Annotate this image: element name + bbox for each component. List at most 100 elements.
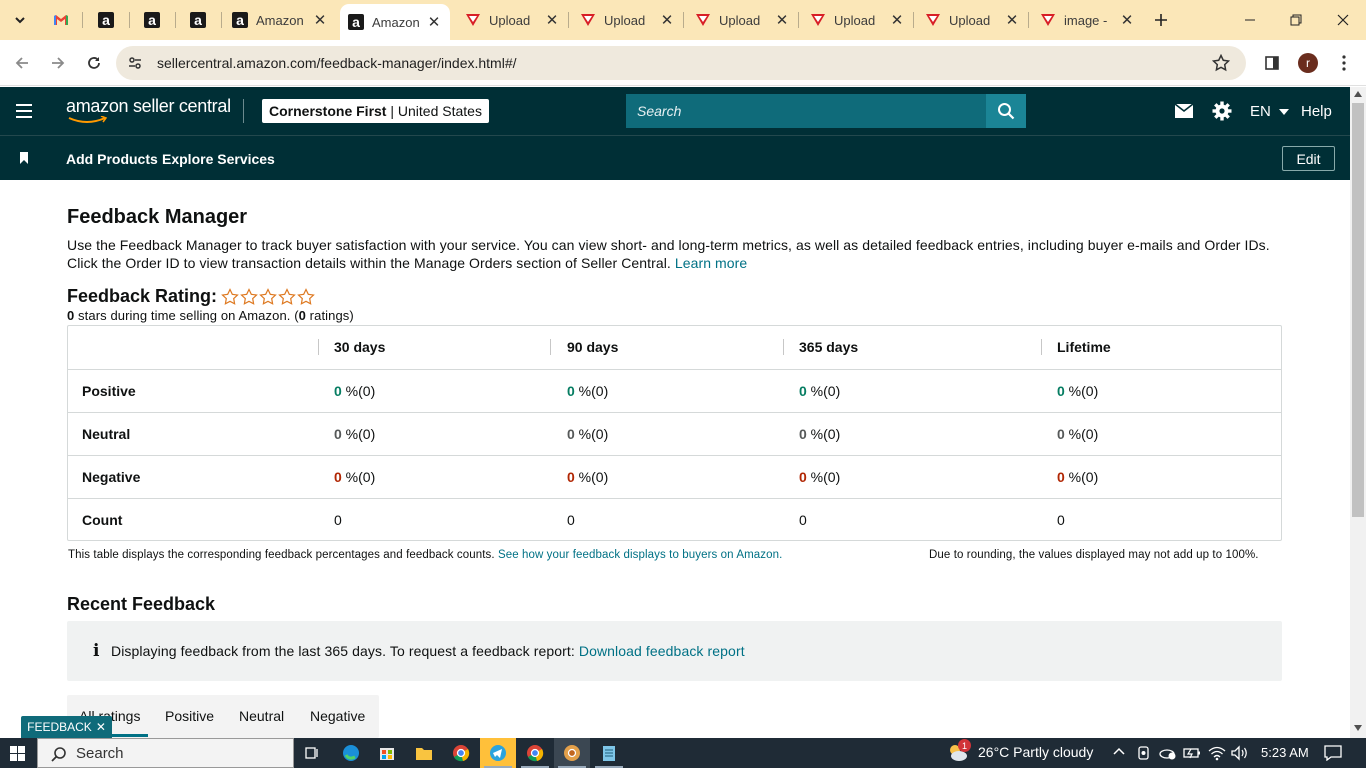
- back-button[interactable]: [8, 49, 36, 77]
- bookmark-nav-button[interactable]: [19, 152, 29, 164]
- show-hidden-icons-button[interactable]: [1113, 747, 1125, 755]
- minimize-button[interactable]: [1227, 0, 1273, 40]
- forward-button[interactable]: [44, 49, 72, 77]
- windows-taskbar: Search 1 26°C Partly cloudy 5:23 AM: [0, 738, 1366, 768]
- weather-widget[interactable]: 1: [946, 739, 971, 765]
- tab-close-icon[interactable]: ✕: [426, 14, 442, 31]
- info-text: Displaying feedback from the last 365 da…: [111, 643, 575, 659]
- scroll-up-icon[interactable]: [1354, 91, 1362, 97]
- account-name: Cornerstone First: [269, 103, 387, 119]
- taskbar-store[interactable]: [369, 738, 405, 768]
- clock-time[interactable]: 5:23 AM: [1261, 745, 1309, 760]
- taskbar-search-input[interactable]: Search: [37, 738, 294, 768]
- account-switcher[interactable]: Cornerstone First | United States: [262, 99, 489, 123]
- browser-tab[interactable]: a: [136, 0, 172, 40]
- page-scrollbar[interactable]: [1350, 87, 1366, 738]
- address-bar[interactable]: sellercentral.amazon.com/feedback-manage…: [116, 46, 1246, 80]
- tab-title: image -: [1064, 12, 1108, 28]
- search-button[interactable]: [986, 94, 1026, 128]
- table-cell: 0 %(0): [1057, 426, 1099, 442]
- start-button[interactable]: [10, 746, 25, 761]
- browser-tab[interactable]: Upload ✕: [916, 0, 1028, 40]
- language-selector[interactable]: EN: [1250, 103, 1290, 120]
- tab-search-button[interactable]: [6, 6, 34, 34]
- tab-close-icon[interactable]: ✕: [774, 12, 790, 29]
- taskbar-file-explorer[interactable]: [406, 738, 442, 768]
- browser-menu-button[interactable]: [1330, 49, 1358, 77]
- tab-negative[interactable]: Negative: [310, 708, 365, 724]
- amazon-smile-icon: [68, 116, 108, 123]
- restore-icon: [1290, 14, 1302, 26]
- edit-nav-button[interactable]: Edit: [1282, 146, 1335, 171]
- bookmark-star-icon[interactable]: [1212, 54, 1230, 72]
- learn-more-link[interactable]: Learn more: [675, 255, 747, 271]
- side-panel-button[interactable]: [1258, 49, 1286, 77]
- tray-wifi-icon[interactable]: [1208, 745, 1226, 761]
- profile-button[interactable]: r: [1294, 49, 1322, 77]
- site-info-icon[interactable]: [127, 55, 143, 71]
- hamburger-menu-button[interactable]: [14, 101, 34, 121]
- tab-close-icon[interactable]: ✕: [1119, 12, 1135, 29]
- star-icon: [240, 287, 258, 305]
- taskbar-chrome[interactable]: [443, 738, 479, 768]
- tray-onedrive-icon[interactable]: [1158, 745, 1178, 761]
- tab-close-icon[interactable]: ✕: [659, 12, 675, 29]
- browser-tab[interactable]: a Amazon ✕: [224, 0, 336, 40]
- tab-close-icon[interactable]: ✕: [544, 12, 560, 29]
- tab-title: Upload: [604, 12, 646, 28]
- browser-tab[interactable]: a: [90, 0, 126, 40]
- tray-battery-icon[interactable]: [1183, 746, 1201, 760]
- chevron-up-icon: [1113, 747, 1125, 755]
- taskbar-telegram[interactable]: [480, 738, 516, 768]
- tab-neutral[interactable]: Neutral: [239, 708, 284, 724]
- download-report-link[interactable]: Download feedback report: [579, 643, 745, 659]
- taskbar-chrome-2[interactable]: [517, 738, 553, 768]
- table-note-text: This table displays the corresponding fe…: [68, 549, 495, 561]
- taskbar-edge[interactable]: [333, 738, 369, 768]
- tray-meet-icon[interactable]: [1137, 745, 1151, 761]
- table-cell: 0 %(0): [799, 383, 841, 399]
- scrollbar-thumb[interactable]: [1352, 103, 1364, 517]
- task-view-button[interactable]: [294, 738, 330, 768]
- browser-tab[interactable]: Upload ✕: [686, 0, 798, 40]
- tab-close-icon[interactable]: ✕: [889, 12, 905, 29]
- scroll-down-icon[interactable]: [1354, 725, 1362, 731]
- table-row: Negative 0 %(0) 0 %(0) 0 %(0) 0 %(0): [68, 455, 1281, 498]
- browser-tab-strip: a a a a Amazon ✕ a Amazon ✕ Upload ✕ Upl…: [0, 0, 1366, 40]
- help-link[interactable]: Help: [1301, 103, 1332, 120]
- tab-close-icon[interactable]: ✕: [312, 12, 328, 29]
- search-icon: [51, 747, 66, 762]
- restore-button[interactable]: [1273, 0, 1319, 40]
- browser-tab[interactable]: [44, 0, 80, 40]
- browser-tab-active[interactable]: a Amazon ✕: [340, 4, 450, 40]
- feedback-widget-button[interactable]: FEEDBACK ✕: [21, 716, 112, 738]
- nav-explore-services[interactable]: Explore Services: [162, 151, 275, 167]
- tab-title: Amazon: [256, 12, 304, 28]
- search-input[interactable]: Search: [626, 94, 986, 128]
- close-window-button[interactable]: [1320, 0, 1366, 40]
- browser-tab[interactable]: image - ✕: [1031, 0, 1143, 40]
- taskbar-chrome-3[interactable]: [554, 738, 590, 768]
- taskbar-notepad[interactable]: [591, 738, 627, 768]
- star-icon: [221, 287, 239, 305]
- browser-tab[interactable]: Upload ✕: [801, 0, 913, 40]
- column-header: Lifetime: [1057, 339, 1111, 355]
- browser-tab[interactable]: Upload ✕: [571, 0, 683, 40]
- weather-text[interactable]: 26°C Partly cloudy: [978, 744, 1093, 760]
- reload-button[interactable]: [80, 49, 108, 77]
- seller-central-logo[interactable]: amazon seller central: [66, 96, 231, 123]
- browser-tab[interactable]: a: [182, 0, 218, 40]
- settings-button[interactable]: [1212, 101, 1232, 121]
- more-vertical-icon: [1342, 55, 1346, 71]
- tab-close-icon[interactable]: ✕: [1004, 12, 1020, 29]
- tray-volume-icon[interactable]: [1230, 745, 1248, 761]
- messages-button[interactable]: [1174, 103, 1194, 119]
- notification-center-button[interactable]: [1324, 745, 1342, 761]
- browser-tab[interactable]: Upload ✕: [456, 0, 568, 40]
- close-icon[interactable]: ✕: [96, 720, 106, 734]
- tab-positive[interactable]: Positive: [165, 708, 214, 724]
- feedback-display-link[interactable]: See how your feedback displays to buyers…: [498, 549, 782, 561]
- task-view-icon: [305, 747, 318, 759]
- nav-add-products[interactable]: Add Products: [66, 151, 158, 167]
- new-tab-button[interactable]: [1147, 6, 1175, 34]
